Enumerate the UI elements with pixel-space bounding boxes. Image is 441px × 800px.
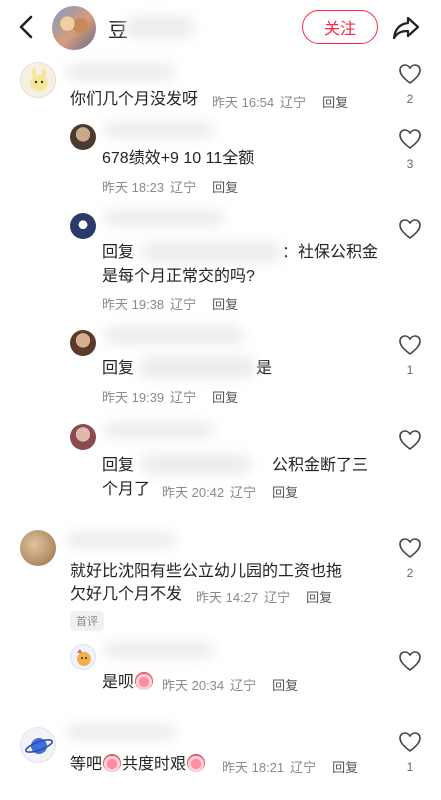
reply-link[interactable]: 回复 (212, 180, 238, 195)
avatar[interactable] (20, 62, 56, 98)
reply-link[interactable]: 回复 (212, 390, 238, 405)
pig-emoji-icon (135, 672, 154, 690)
like-button[interactable] (398, 128, 422, 150)
redacted-username (66, 64, 176, 80)
like-count: 3 (406, 157, 414, 171)
redacted-mention (142, 242, 282, 262)
like-button[interactable] (398, 650, 422, 672)
avatar[interactable] (20, 530, 56, 566)
reply-link[interactable]: 回复 (212, 297, 238, 312)
pig-emoji-icon (103, 754, 122, 772)
redacted-mention (140, 454, 252, 474)
comment-meta: 昨天 18:23 辽宁 回复 (102, 180, 239, 195)
comment-meta: 昨天 20:34 辽宁 回复 (162, 678, 299, 693)
comment-text: 是呗 (102, 672, 154, 694)
avatar[interactable] (20, 727, 56, 763)
like-button[interactable] (398, 63, 422, 85)
avatar[interactable] (70, 213, 96, 239)
reply-link[interactable]: 回复 (272, 485, 298, 500)
comment-meta: 昨天 14:27 辽宁 回复 (196, 590, 333, 605)
like-count: 2 (406, 92, 414, 106)
like-count: 1 (406, 760, 414, 774)
like-count: 1 (406, 363, 414, 377)
pig-emoji-icon (187, 754, 206, 772)
reply-link[interactable]: 回复 (272, 678, 298, 693)
comment-text: 就好比沈阳有些公立幼儿园的工资也拖 (70, 563, 343, 580)
redacted-username (104, 422, 214, 438)
comment-meta: 昨天 18:21 辽宁 回复 (222, 760, 359, 775)
follow-button[interactable]: 关注 (302, 10, 378, 44)
comment-meta: 昨天 19:38 辽宁 回复 (102, 297, 239, 312)
redacted-mention (138, 356, 256, 378)
redacted-username (104, 642, 214, 658)
redacted-username (104, 326, 244, 344)
redacted-username (66, 532, 176, 548)
redacted-username (66, 724, 176, 740)
like-count: 2 (406, 566, 414, 580)
avatar[interactable] (70, 124, 96, 150)
redacted-name-blur (124, 16, 194, 38)
comment-text: 你们几个月没发呀 (70, 91, 199, 108)
comment-text-line2: 个月了 (102, 481, 151, 498)
redacted-username (104, 210, 224, 226)
comment-text: 678绩效+9 10 11全额 (102, 150, 255, 167)
avatar[interactable] (70, 644, 96, 670)
comment-meta: 昨天 20:42 辽宁 回复 (162, 485, 299, 500)
like-button[interactable] (398, 429, 422, 451)
comment-text-line2: 欠好几个月不发 (70, 586, 183, 603)
comment-text-line2: 是每个月正常交的吗? (102, 268, 255, 285)
share-icon[interactable] (390, 12, 422, 44)
avatar[interactable] (70, 330, 96, 356)
comment-text: 等吧 共度时艰 (70, 754, 206, 776)
top-bar: 豆 关注 (0, 0, 441, 58)
avatar[interactable] (70, 424, 96, 450)
reply-link[interactable]: 回复 (306, 590, 332, 605)
comment-meta: 昨天 16:54 辽宁 回复 (212, 95, 349, 110)
like-button[interactable] (398, 218, 422, 240)
reply-link[interactable]: 回复 (322, 95, 348, 110)
back-icon[interactable] (12, 12, 42, 42)
like-button[interactable] (398, 537, 422, 559)
author-avatar[interactable] (52, 6, 96, 50)
like-button[interactable] (398, 731, 422, 753)
like-button[interactable] (398, 334, 422, 356)
first-comment-badge: 首评 (70, 611, 104, 631)
comment-meta: 昨天 19:39 辽宁 回复 (102, 390, 239, 405)
reply-link[interactable]: 回复 (332, 760, 358, 775)
redacted-username (104, 122, 214, 138)
